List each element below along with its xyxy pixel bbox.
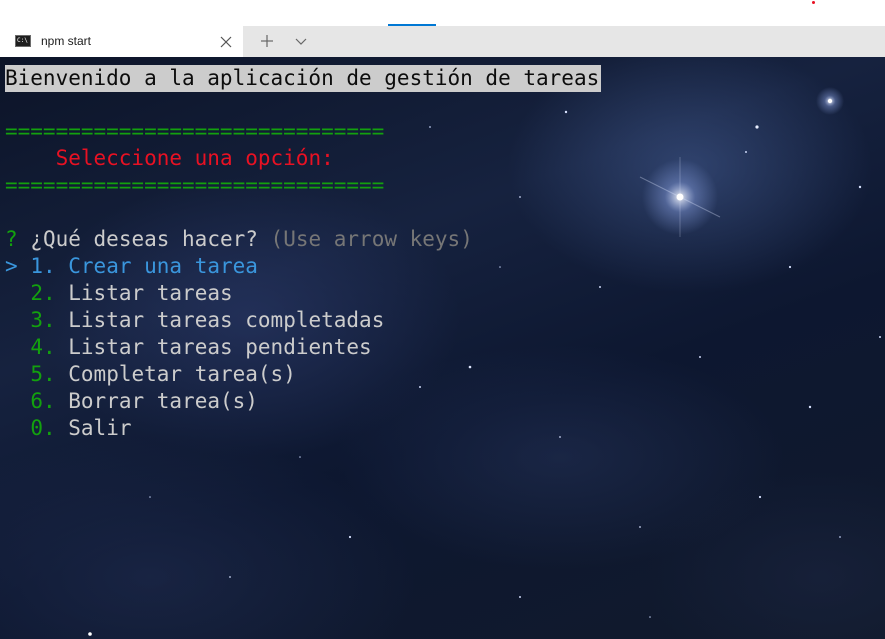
selection-pointer xyxy=(5,362,18,386)
menu-item-7[interactable]: 0. Salir xyxy=(5,415,131,442)
welcome-banner: Bienvenido a la aplicación de gestión de… xyxy=(5,65,602,92)
menu-item-number: 4. xyxy=(30,335,56,359)
menu-item-label: Crear una tarea xyxy=(68,254,258,278)
question-mark: ? xyxy=(5,227,18,251)
menu-item-label: Salir xyxy=(68,416,132,440)
menu-item-label: Listar tareas completadas xyxy=(68,308,385,332)
console-icon: C:\ xyxy=(15,35,31,47)
menu-item-4[interactable]: 4. Listar tareas pendientes xyxy=(5,334,372,361)
menu-item-5[interactable]: 5. Completar tarea(s) xyxy=(5,361,296,388)
terminal-pane[interactable]: Bienvenido a la aplicación de gestión de… xyxy=(0,57,885,639)
selection-pointer xyxy=(5,308,18,332)
selection-pointer xyxy=(5,335,18,359)
tab-bar: C:\ npm start xyxy=(0,26,885,57)
menu-item-label: Listar tareas xyxy=(68,281,233,305)
selection-pointer xyxy=(5,281,18,305)
menu-heading-text: Seleccione una opción: xyxy=(55,146,334,170)
selection-pointer xyxy=(5,416,18,440)
prompt-question: ¿Qué deseas hacer? xyxy=(30,227,258,251)
menu-item-number: 0. xyxy=(30,416,56,440)
menu-item-label: Completar tarea(s) xyxy=(68,362,296,386)
prompt-hint: (Use arrow keys) xyxy=(270,227,473,251)
separator-top: ============================== xyxy=(5,119,385,143)
selection-pointer: > xyxy=(5,254,18,278)
window-top-strip xyxy=(0,0,885,26)
menu-item-2[interactable]: 2. Listar tareas xyxy=(5,280,233,307)
menu-item-3[interactable]: 3. Listar tareas completadas xyxy=(5,307,384,334)
notification-dot xyxy=(812,1,815,4)
close-icon[interactable] xyxy=(218,32,234,50)
tab-title: npm start xyxy=(41,34,92,48)
menu-item-number: 3. xyxy=(30,308,56,332)
prompt-line: ? ¿Qué deseas hacer? (Use arrow keys) xyxy=(5,226,473,253)
selection-pointer xyxy=(5,389,18,413)
tab-npm-start[interactable]: C:\ npm start xyxy=(0,26,243,57)
menu-item-label: Borrar tarea(s) xyxy=(68,389,258,413)
menu-item-number: 2. xyxy=(30,281,56,305)
menu-item-number: 1. xyxy=(30,254,56,278)
plus-icon[interactable] xyxy=(258,32,276,50)
menu-heading: Seleccione una opción: xyxy=(5,145,334,172)
menu-item-1[interactable]: > 1. Crear una tarea xyxy=(5,253,258,280)
chevron-down-icon[interactable] xyxy=(292,32,310,50)
menu-item-6[interactable]: 6. Borrar tarea(s) xyxy=(5,388,258,415)
separator-bottom: ============================== xyxy=(5,173,385,197)
menu-item-number: 6. xyxy=(30,389,56,413)
menu-item-number: 5. xyxy=(30,362,56,386)
menu-item-label: Listar tareas pendientes xyxy=(68,335,372,359)
